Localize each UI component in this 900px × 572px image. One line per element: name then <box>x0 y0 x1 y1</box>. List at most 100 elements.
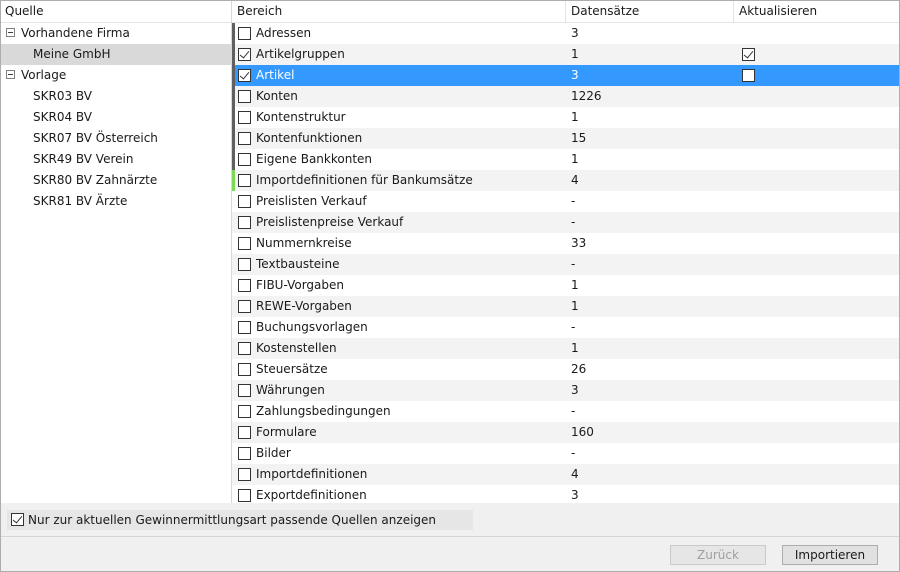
row-checkbox[interactable] <box>238 216 251 229</box>
tree-node[interactable]: Meine GmbH <box>1 44 231 65</box>
cell-datensaetze: 1226 <box>571 89 602 103</box>
grid-row[interactable]: Textbausteine - <box>232 254 899 275</box>
grid-row[interactable]: Konten 1226 <box>232 86 899 107</box>
grid-row[interactable]: Exportdefinitionen 3 <box>232 485 899 503</box>
grid-row[interactable]: Währungen 3 <box>232 380 899 401</box>
tree-node[interactable]: SKR80 BV Zahnärzte <box>1 170 231 191</box>
row-checkbox[interactable] <box>238 153 251 166</box>
bereich-label: Adressen <box>256 26 312 40</box>
bereich-label: Textbausteine <box>256 257 340 271</box>
bereich-label: Preislisten Verkauf <box>256 194 367 208</box>
row-checkbox[interactable] <box>238 300 251 313</box>
cell-bereich: Währungen <box>232 380 566 401</box>
grid-row[interactable]: Nummernkreise 33 <box>232 233 899 254</box>
row-checkbox[interactable] <box>238 258 251 271</box>
grid-row[interactable]: Bilder - <box>232 443 899 464</box>
grid-row[interactable]: Preislisten Verkauf - <box>232 191 899 212</box>
grid-row[interactable]: Adressen 3 <box>232 23 899 44</box>
column-header-bereich[interactable]: Bereich <box>232 1 566 22</box>
cell-aktualisieren <box>734 422 899 443</box>
import-button[interactable]: Importieren <box>782 545 878 565</box>
bereich-label: FIBU-Vorgaben <box>256 278 345 292</box>
column-header-datensaetze[interactable]: Datensätze <box>566 1 734 22</box>
grid-row[interactable]: Artikelgruppen 1 <box>232 44 899 65</box>
update-checkbox[interactable] <box>742 48 755 61</box>
grid-row[interactable]: Importdefinitionen 4 <box>232 464 899 485</box>
row-checkbox[interactable] <box>238 174 251 187</box>
update-checkbox[interactable] <box>742 69 755 82</box>
row-checkbox[interactable] <box>238 426 251 439</box>
tree-node-label: SKR04 BV <box>33 110 92 124</box>
tree-node[interactable]: SKR07 BV Österreich <box>1 128 231 149</box>
cell-aktualisieren <box>734 149 899 170</box>
row-checkbox[interactable] <box>238 489 251 502</box>
row-checkbox[interactable] <box>238 384 251 397</box>
row-checkbox[interactable] <box>238 321 251 334</box>
cell-aktualisieren <box>734 380 899 401</box>
tree-node[interactable]: Vorhandene Firma <box>1 23 231 44</box>
row-checkbox[interactable] <box>238 132 251 145</box>
tree-node[interactable]: SKR04 BV <box>1 107 231 128</box>
grid-row[interactable]: Kontenfunktionen 15 <box>232 128 899 149</box>
cell-bereich: Konten <box>232 86 566 107</box>
bereich-label: Konten <box>256 89 298 103</box>
grid-row[interactable]: Buchungsvorlagen - <box>232 317 899 338</box>
source-tree-header: Quelle <box>1 1 231 23</box>
row-checkbox[interactable] <box>238 447 251 460</box>
grid-row[interactable]: Steuersätze 26 <box>232 359 899 380</box>
row-checkbox[interactable] <box>238 279 251 292</box>
tree-node-label: Meine GmbH <box>33 47 111 61</box>
collapse-toggle-icon[interactable] <box>6 70 15 79</box>
cell-bereich: REWE-Vorgaben <box>232 296 566 317</box>
tree-body: Vorhandene Firma Meine GmbH Vorlage SKR03 B… <box>1 23 231 212</box>
row-checkbox[interactable] <box>238 195 251 208</box>
column-header-aktualisieren[interactable]: Aktualisieren <box>734 1 899 22</box>
grid-row[interactable]: Eigene Bankkonten 1 <box>232 149 899 170</box>
row-checkbox[interactable] <box>238 48 251 61</box>
row-checkbox[interactable] <box>238 468 251 481</box>
tree-node[interactable]: SKR81 BV Ärzte <box>1 191 231 212</box>
cell-aktualisieren <box>734 296 899 317</box>
grid-row[interactable]: Artikel 3 <box>232 65 899 86</box>
bereich-label: Buchungsvorlagen <box>256 320 368 334</box>
row-checkbox[interactable] <box>238 69 251 82</box>
cell-aktualisieren <box>734 485 899 503</box>
grid-row[interactable]: Importdefinitionen für Bankumsätze 4 <box>232 170 899 191</box>
row-checkbox[interactable] <box>238 363 251 376</box>
grid-row[interactable]: REWE-Vorgaben 1 <box>232 296 899 317</box>
back-button[interactable]: Zurück <box>670 545 766 565</box>
collapse-toggle-icon[interactable] <box>6 28 15 37</box>
grid-row[interactable]: Kontenstruktur 1 <box>232 107 899 128</box>
bereich-label: Formulare <box>256 425 317 439</box>
row-checkbox[interactable] <box>238 405 251 418</box>
grid-row[interactable]: Preislistenpreise Verkauf - <box>232 212 899 233</box>
cell-datensaetze: 26 <box>571 362 587 376</box>
cell-aktualisieren <box>734 275 899 296</box>
grid-row[interactable]: FIBU-Vorgaben 1 <box>232 275 899 296</box>
cell-datensaetze: 1 <box>571 278 579 292</box>
filter-checkbox[interactable] <box>11 513 24 526</box>
tree-node[interactable]: SKR49 BV Verein <box>1 149 231 170</box>
cell-datensaetze: 1 <box>571 110 579 124</box>
cell-aktualisieren <box>734 107 899 128</box>
tree-node-label: SKR03 BV <box>33 89 92 103</box>
row-checkbox[interactable] <box>238 27 251 40</box>
grid-row[interactable]: Formulare 160 <box>232 422 899 443</box>
bereich-label: Artikelgruppen <box>256 47 345 61</box>
row-checkbox[interactable] <box>238 342 251 355</box>
tree-node[interactable]: Vorlage <box>1 65 231 86</box>
cell-bereich: Eigene Bankkonten <box>232 149 566 170</box>
grid-row[interactable]: Zahlungsbedingungen - <box>232 401 899 422</box>
tree-node[interactable]: SKR03 BV <box>1 86 231 107</box>
cell-bereich: Textbausteine <box>232 254 566 275</box>
filter-option[interactable]: Nur zur aktuellen Gewinnermittlungsart p… <box>7 510 473 530</box>
grid-row[interactable]: Kostenstellen 1 <box>232 338 899 359</box>
row-checkbox[interactable] <box>238 90 251 103</box>
row-checkbox[interactable] <box>238 237 251 250</box>
cell-datensaetze: 1 <box>571 152 579 166</box>
row-checkbox[interactable] <box>238 111 251 124</box>
bereich-label: Bilder <box>256 446 291 460</box>
cell-bereich: Preislistenpreise Verkauf <box>232 212 566 233</box>
bereich-label: Eigene Bankkonten <box>256 152 373 166</box>
tree-node-label: SKR80 BV Zahnärzte <box>33 173 158 187</box>
